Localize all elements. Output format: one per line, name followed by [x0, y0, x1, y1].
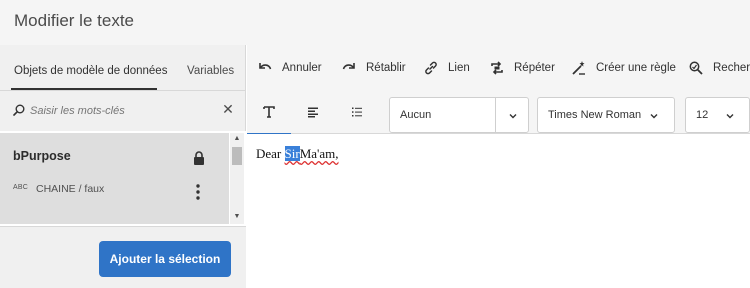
search-replace-label: Recher — [713, 61, 750, 74]
repeat-icon — [491, 60, 503, 75]
chevron-down-icon — [509, 114, 517, 119]
title-bar: Modifier le texte — [0, 0, 750, 45]
text-after: Ma'am, — [299, 146, 339, 161]
link-label: Lien — [448, 61, 470, 74]
tab-data-model-objects[interactable]: Objets de modèle de données — [14, 65, 167, 77]
link-icon — [425, 61, 437, 74]
font-family-value: Times New Roman — [548, 109, 642, 121]
panel-footer: Ajouter la sélection — [0, 226, 246, 288]
create-rule-button[interactable]: Créer une règle — [571, 45, 676, 90]
chevron-down-icon — [650, 114, 658, 119]
font-size-select[interactable]: 12 — [685, 97, 750, 133]
clear-search-icon[interactable]: ✕ — [221, 101, 235, 117]
redo-button[interactable]: Rétablir — [341, 45, 406, 90]
list-icon — [352, 107, 362, 117]
magic-wand-icon — [572, 60, 585, 75]
tab-paragraph-format[interactable] — [291, 90, 335, 134]
format-bar: Aucun Times New Roman 12 — [247, 90, 750, 135]
text-icon — [263, 106, 275, 118]
dialog-title: Modifier le texte — [14, 11, 134, 30]
redo-icon — [342, 62, 355, 69]
more-options-icon[interactable] — [193, 183, 203, 201]
list-item[interactable]: bPurpose ABC CHAINE / faux — [0, 133, 229, 224]
list-scrollbar[interactable]: ▲ ▼ — [230, 133, 244, 224]
search-input[interactable] — [30, 102, 210, 120]
chevron-down-icon — [726, 114, 734, 119]
redo-label: Rétablir — [366, 61, 406, 74]
panel-tabs: Objets de modèle de données Variables — [0, 45, 246, 90]
search-replace-button[interactable]: Recher — [688, 45, 750, 90]
scroll-down-arrow-icon[interactable]: ▼ — [233, 213, 241, 221]
editor-content[interactable]: Dear SirMa'am, — [256, 146, 339, 162]
paragraph-style-value: Aucun — [400, 109, 432, 121]
tab-variables[interactable]: Variables — [187, 65, 234, 77]
paragraph-icon — [308, 107, 318, 118]
scroll-thumb[interactable] — [232, 147, 242, 165]
search-bar: ✕ — [0, 91, 246, 131]
tab-list-format[interactable] — [335, 90, 379, 134]
search-icon — [13, 104, 25, 116]
paragraph-style-select[interactable]: Aucun — [389, 97, 529, 133]
undo-icon — [259, 62, 272, 69]
text-before: Dear — [256, 146, 285, 161]
tab-text-format[interactable] — [247, 90, 291, 135]
item-name: bPurpose — [13, 149, 71, 163]
lock-icon — [194, 151, 204, 165]
type-badge: ABC — [13, 184, 28, 191]
text-editor[interactable]: Dear SirMa'am, — [247, 134, 750, 288]
search-replace-icon — [689, 61, 703, 75]
font-size-value: 12 — [696, 109, 709, 121]
item-type: CHAINE / faux — [36, 183, 105, 195]
selected-text: Sir — [284, 146, 300, 161]
undo-label: Annuler — [282, 61, 322, 74]
undo-button[interactable]: Annuler — [257, 45, 322, 90]
object-list: bPurpose ABC CHAINE / faux ▲ ▼ — [0, 131, 246, 226]
add-selection-button[interactable]: Ajouter la sélection — [99, 241, 231, 277]
editor-toolbar: Annuler Rétablir Lien Répéter Créer une … — [247, 45, 750, 90]
font-family-select[interactable]: Times New Roman — [537, 97, 675, 133]
repeat-label: Répéter — [514, 61, 555, 74]
scroll-up-arrow-icon[interactable]: ▲ — [233, 135, 241, 143]
select-divider — [495, 98, 496, 132]
repeat-button[interactable]: Répéter — [489, 45, 555, 90]
data-model-panel: Objets de modèle de données Variables ✕ … — [0, 45, 246, 288]
modify-text-dialog: Modifier le texte Objets de modèle de do… — [0, 0, 750, 288]
link-button[interactable]: Lien — [423, 45, 470, 90]
create-rule-label: Créer une règle — [596, 61, 676, 74]
